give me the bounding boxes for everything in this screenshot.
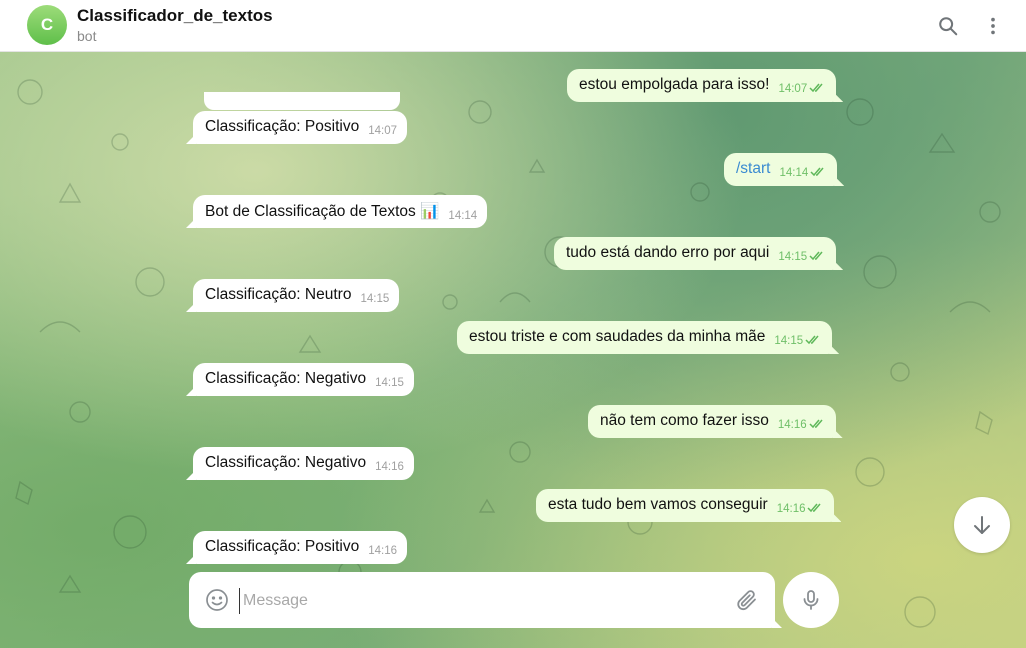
message-outgoing[interactable]: estou triste e com saudades da minha mãe… xyxy=(457,321,833,354)
double-check-icon xyxy=(809,83,823,93)
chat-subtitle: bot xyxy=(77,28,97,44)
message-composer xyxy=(189,572,775,628)
message-time: 14:15 xyxy=(774,335,804,347)
message-outgoing[interactable]: /start 14:14 xyxy=(724,153,838,186)
message-incoming[interactable]: Bot de Classificação de Textos 📊 14:14 xyxy=(193,195,488,228)
message-outgoing[interactable]: não tem como fazer isso 14:16 xyxy=(588,405,836,438)
arrow-down-icon xyxy=(974,516,990,534)
message-text: estou empolgada para isso! xyxy=(579,76,770,93)
paperclip-icon xyxy=(737,590,756,611)
message-text: Bot de Classificação de Textos 📊 xyxy=(205,203,440,220)
message-time: 14:16 xyxy=(375,461,404,473)
double-check-icon xyxy=(809,419,823,429)
bot-command-link[interactable]: /start xyxy=(736,160,770,178)
smiley-icon xyxy=(206,589,228,611)
avatar[interactable]: C xyxy=(27,5,67,45)
message-text: estou triste e com saudades da minha mãe xyxy=(469,328,766,345)
message-incoming[interactable]: Classificação: Negativo 14:16 xyxy=(193,447,414,480)
microphone-icon xyxy=(803,590,819,610)
double-check-icon xyxy=(809,251,823,261)
message-text: Classificação: Positivo xyxy=(205,118,360,135)
message-time: 14:14 xyxy=(779,167,809,179)
more-options-button[interactable] xyxy=(977,10,1009,42)
message-time: 14:15 xyxy=(375,377,404,389)
search-button[interactable] xyxy=(932,10,964,42)
message-time: 14:07 xyxy=(368,125,397,137)
chat-background: estou empolgada para isso! 14:07 Classifi… xyxy=(0,52,1026,648)
message-time: 14:15 xyxy=(778,251,808,263)
double-check-icon xyxy=(807,503,822,513)
message-time: 14:07 xyxy=(778,83,808,95)
voice-record-button[interactable] xyxy=(783,572,839,628)
double-check-icon xyxy=(805,335,819,345)
double-check-icon xyxy=(810,167,824,177)
message-text: esta tudo bem vamos conseguir xyxy=(548,496,768,513)
message-text: Classificação: Negativo xyxy=(205,370,367,387)
message-time: 14:15 xyxy=(360,293,390,305)
search-icon xyxy=(939,17,958,36)
emoji-button[interactable] xyxy=(205,588,229,612)
scroll-down-button[interactable] xyxy=(954,497,1010,553)
message-text: tudo está dando erro por aqui xyxy=(566,244,770,261)
message-text: Classificação: Negativo xyxy=(205,454,367,471)
message-outgoing[interactable]: esta tudo bem vamos conseguir 14:16 xyxy=(536,489,835,522)
chat-header: C Classificador_de_textos bot xyxy=(0,0,1026,52)
more-vertical-icon xyxy=(991,17,995,35)
message-incoming[interactable]: Classificação: Neutro 14:15 xyxy=(193,279,400,312)
message-text: não tem como fazer isso xyxy=(600,412,769,429)
message-incoming[interactable]: Classificação: Negativo 14:15 xyxy=(193,363,414,396)
message-time: 14:14 xyxy=(448,210,478,222)
message-time: 14:16 xyxy=(368,545,397,557)
message-text: Classificação: Neutro xyxy=(205,286,352,303)
message-time: 14:16 xyxy=(777,419,807,431)
message-incoming[interactable]: Classificação: Positivo 14:07 xyxy=(193,111,407,144)
message-time: 14:16 xyxy=(776,503,806,515)
message-text: Classificação: Positivo xyxy=(205,538,360,555)
message-outgoing[interactable]: tudo está dando erro por aqui 14:15 xyxy=(554,237,837,270)
attach-button[interactable] xyxy=(735,588,759,612)
partial-message-bubble xyxy=(204,92,400,110)
message-incoming[interactable]: Classificação: Positivo 14:16 xyxy=(193,531,407,564)
message-outgoing[interactable]: estou empolgada para isso! 14:07 xyxy=(567,69,837,102)
message-input[interactable] xyxy=(239,588,725,614)
chat-title[interactable]: Classificador_de_textos xyxy=(77,6,273,26)
